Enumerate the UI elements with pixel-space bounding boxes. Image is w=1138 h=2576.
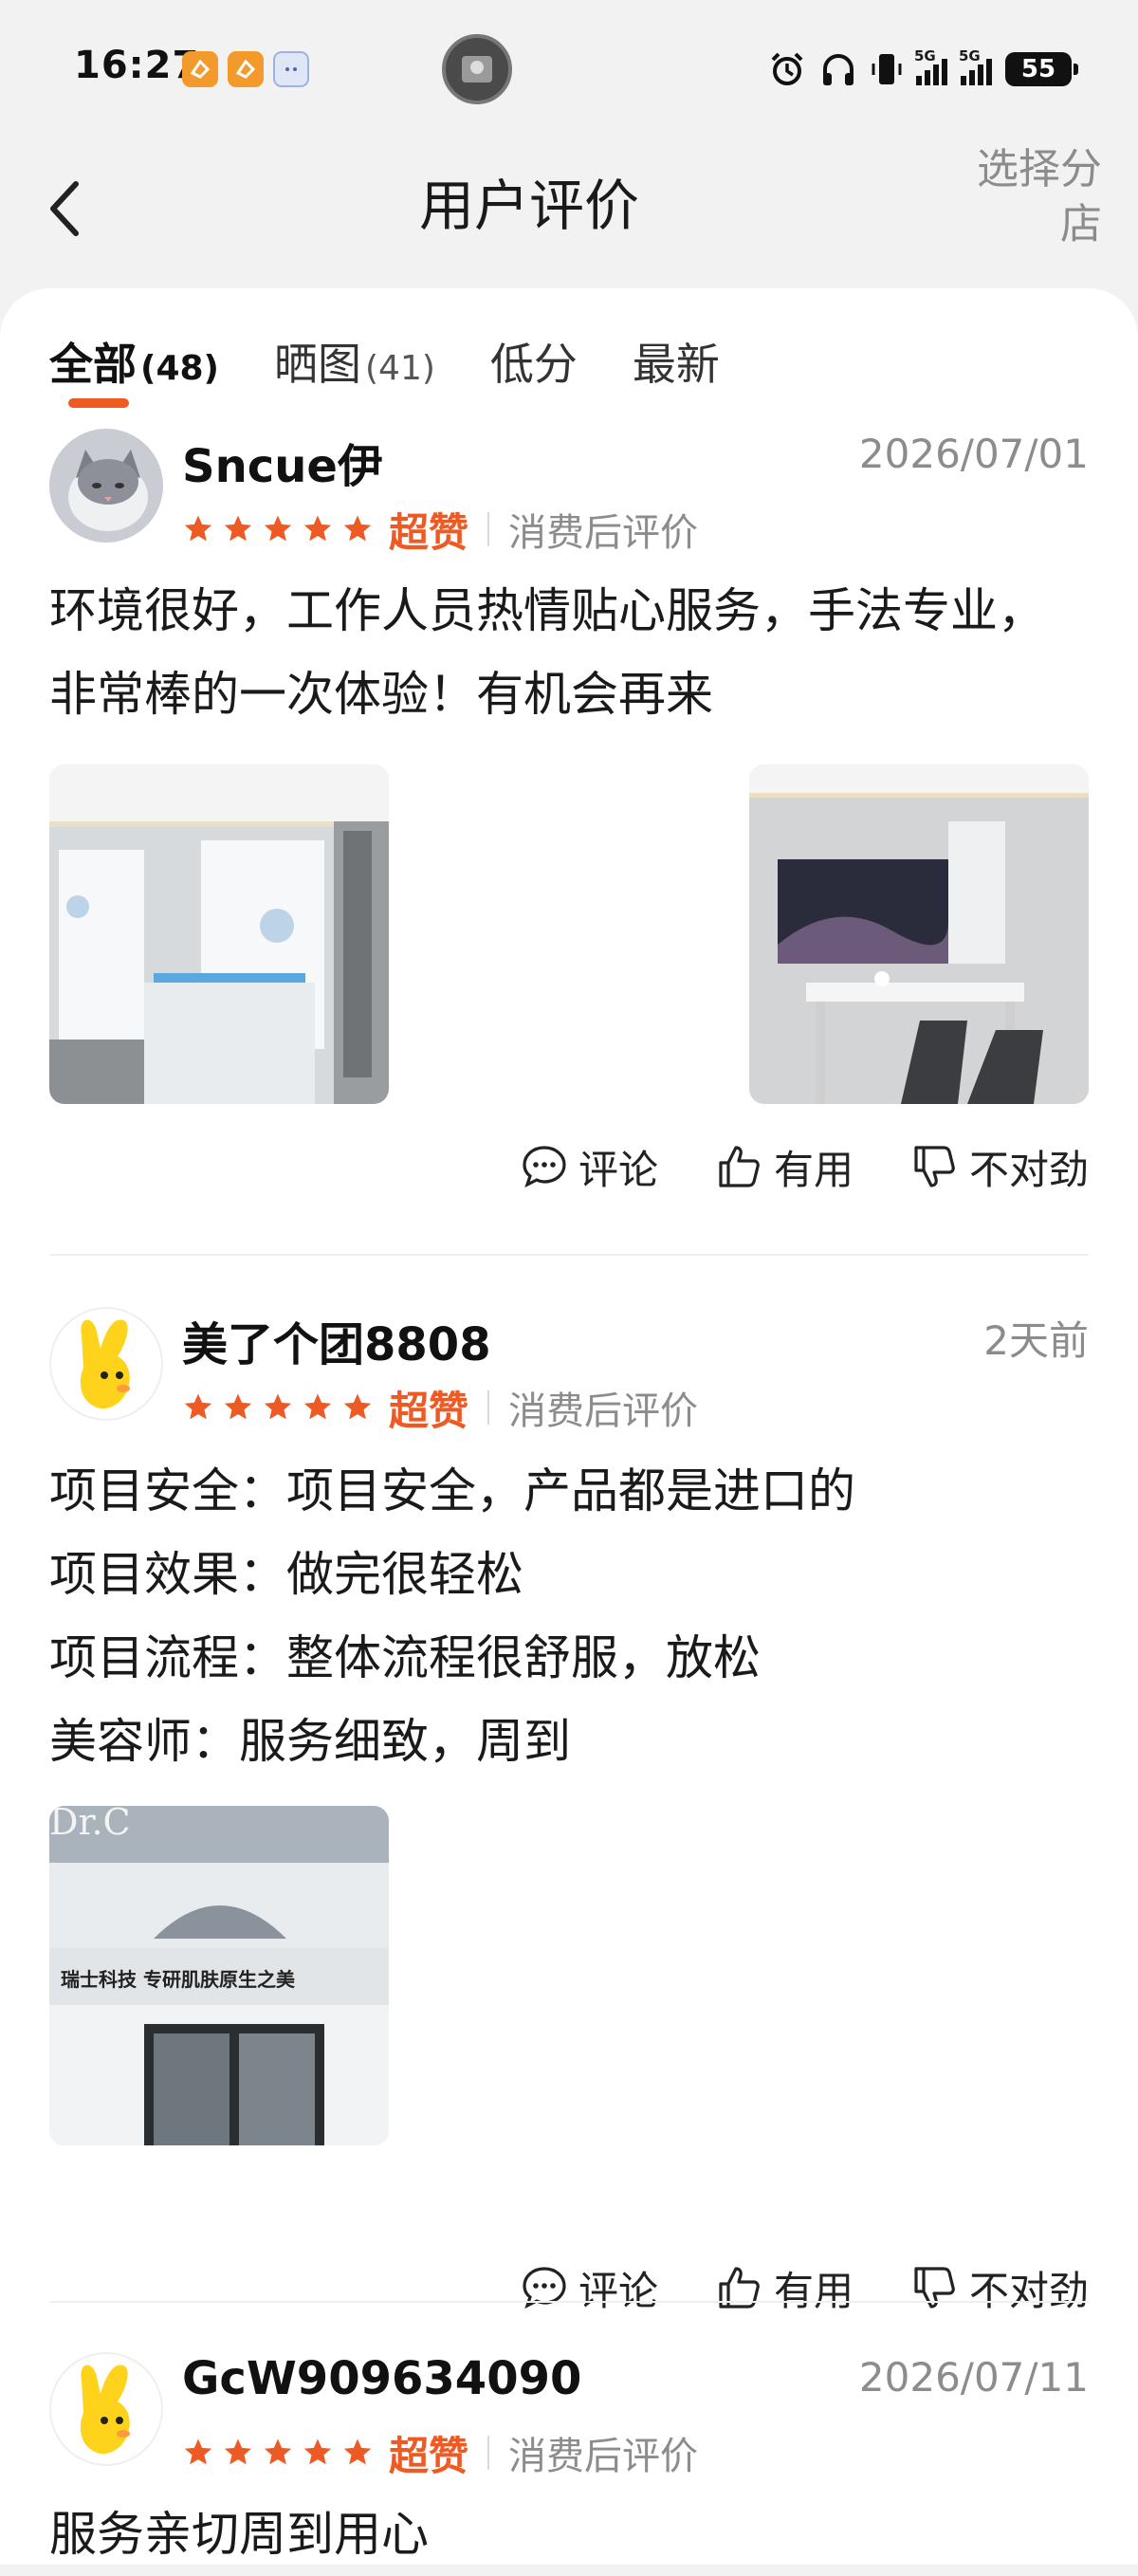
star-icon: [184, 515, 212, 542]
star-icon: [343, 515, 372, 542]
alarm-icon: [771, 52, 803, 85]
rating-row: 超赞 消费后评价: [182, 1381, 698, 1434]
page-title: 用户评价: [418, 174, 639, 238]
review-divider: [49, 2301, 1089, 2303]
star-icon: [264, 2438, 292, 2465]
thumbs-down-icon: [914, 1146, 955, 1187]
review-text[interactable]: 服务亲切周到用心: [49, 2493, 1089, 2576]
rating-badge: 超赞: [389, 1387, 469, 1434]
reviews-panel: 全部 (48) 晒图 (41) 低分 最新 Sncue伊 2026/07/01 …: [0, 288, 1138, 2565]
star-icon: [264, 1393, 292, 1420]
divider: [487, 512, 490, 546]
comment-icon: [523, 1146, 566, 1188]
star-icon: [343, 1393, 372, 1420]
review-tag: 消费后评价: [508, 2435, 699, 2478]
thumbs-up-icon: [719, 1146, 760, 1187]
star-icon: [343, 2438, 372, 2465]
avatar[interactable]: [49, 1307, 163, 1421]
star-icon: [303, 1393, 332, 1420]
useful-button[interactable]: 有用: [715, 1138, 854, 1196]
review-photo[interactable]: Dr.C 瑞士科技 专研肌肤原生之美: [49, 1806, 389, 2145]
avatar[interactable]: [49, 429, 163, 543]
tab-latest[interactable]: 最新: [633, 330, 720, 393]
reviewer-name[interactable]: 美了个团8808: [182, 1307, 491, 1373]
select-branch-button[interactable]: 选择分店: [950, 142, 1102, 252]
review-tag: 消费后评价: [508, 1389, 699, 1433]
star-rating: [182, 2437, 374, 2469]
tab-low-score[interactable]: 低分: [490, 330, 578, 393]
comment-button[interactable]: 评论: [520, 2259, 658, 2317]
rating-badge: 超赞: [389, 2432, 469, 2479]
star-icon: [303, 2438, 332, 2465]
review-date: 2026/07/01: [858, 431, 1089, 477]
review-divider: [49, 1254, 1089, 1256]
thumbs-down-icon: [914, 2267, 955, 2309]
review-photo[interactable]: [749, 764, 1089, 1104]
battery-icon: 55: [1005, 52, 1078, 86]
app-notification-icon: [182, 51, 218, 87]
signal-icon: 5G: [959, 47, 992, 85]
review-filter-tabs: 全部 (48) 晒图 (41) 低分 最新: [49, 330, 720, 415]
useful-button[interactable]: 有用: [715, 2259, 854, 2317]
review-date: 2026/07/11: [858, 2354, 1089, 2401]
star-rating: [182, 513, 374, 545]
status-bar: 16:27 5G 5G 55: [0, 0, 1138, 142]
review-item: GcW909634090 2026/07/11 超赞 消费后评价 服务亲切周到用…: [49, 2352, 1089, 2562]
floating-avatar-icon[interactable]: [442, 34, 512, 104]
star-icon: [184, 1393, 212, 1420]
divider: [487, 2436, 490, 2470]
signal-icon: 5G: [914, 47, 947, 85]
headphones-icon: [823, 54, 854, 85]
star-icon: [224, 515, 252, 542]
app-notification-icon: [228, 51, 264, 87]
status-indicators: 5G 5G 55: [768, 47, 1078, 91]
review-actions: 评论 有用 不对劲: [520, 2259, 1089, 2316]
active-tab-indicator: [68, 398, 129, 408]
report-button[interactable]: 不对劲: [910, 2259, 1089, 2317]
review-photo[interactable]: [49, 764, 389, 1104]
comment-icon: [523, 2267, 566, 2309]
star-icon: [303, 515, 332, 542]
review-item: 美了个团8808 2天前 超赞 消费后评价 项目安全：项目安全，产品都是进口的 …: [49, 1307, 1089, 2314]
nav-header: 用户评价 选择分店: [0, 142, 1138, 285]
tab-photos[interactable]: 晒图 (41): [274, 330, 435, 393]
rating-row: 超赞 消费后评价: [182, 503, 698, 556]
rating-row: 超赞 消费后评价: [182, 2426, 698, 2479]
assistant-notification-icon: [273, 51, 309, 87]
reviewer-name[interactable]: GcW909634090: [182, 2352, 581, 2405]
rating-badge: 超赞: [389, 508, 469, 556]
star-icon: [224, 2438, 252, 2465]
report-button[interactable]: 不对劲: [910, 1138, 1089, 1196]
reviewer-name[interactable]: Sncue伊: [182, 429, 383, 495]
tab-all[interactable]: 全部 (48): [49, 330, 219, 408]
divider: [487, 1390, 490, 1425]
review-text[interactable]: 环境很好，工作人员热情贴心服务，手法专业， 非常棒的一次体验！有机会再来: [49, 569, 1089, 736]
photo-sign-text: 瑞士科技 专研肌肤原生之美: [61, 1968, 296, 1991]
avatar[interactable]: [49, 2352, 163, 2466]
review-actions: 评论 有用 不对劲: [520, 1138, 1089, 1195]
review-tag: 消费后评价: [508, 511, 699, 555]
photo-facade-text: Dr.C: [49, 1806, 131, 1843]
review-date: 2天前: [983, 1317, 1089, 1364]
vibrate-icon: [872, 54, 902, 84]
star-icon: [264, 515, 292, 542]
review-text[interactable]: 项目安全：项目安全，产品都是进口的 项目效果：做完很轻松 项目流程：整体流程很舒…: [49, 1449, 1089, 1783]
star-icon: [224, 1393, 252, 1420]
thumbs-up-icon: [719, 2267, 760, 2309]
review-item: Sncue伊 2026/07/01 超赞 消费后评价 环境很好，工作人员热情贴心…: [49, 429, 1089, 1263]
status-time: 16:27: [74, 44, 200, 87]
star-rating: [182, 1391, 374, 1424]
star-icon: [184, 2438, 212, 2465]
comment-button[interactable]: 评论: [520, 1138, 658, 1196]
